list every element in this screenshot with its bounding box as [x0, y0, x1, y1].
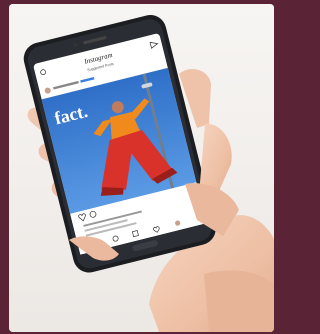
hand-holding-phone-photo: Instagram Suggested Posts fact. — [9, 4, 274, 332]
photo-card: Instagram Suggested Posts fact. — [9, 4, 274, 332]
page-frame: Instagram Suggested Posts fact. — [0, 0, 276, 334]
